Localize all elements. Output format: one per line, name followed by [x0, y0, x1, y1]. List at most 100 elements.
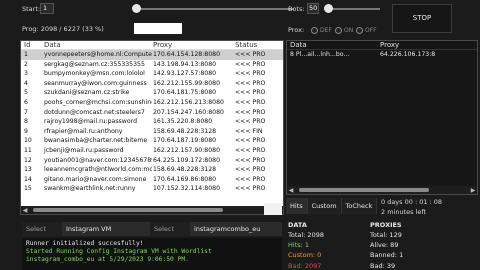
bots-slider-knob[interactable] — [324, 4, 333, 13]
hits-hscroll-thumb[interactable] — [299, 188, 429, 192]
row-data: dotdunn@comcast.net:steelers7 — [44, 108, 145, 116]
start-slider-track[interactable] — [136, 8, 294, 10]
row-proxy: 158.69.48.228:3128 — [153, 127, 217, 135]
table-row[interactable]: 6 poohs_corner@mchsi.com:sunshine 162.212.… — [21, 98, 283, 108]
hits-col-data-header[interactable]: Data — [287, 41, 379, 49]
start-input[interactable]: 1 — [40, 3, 54, 14]
row-id: 11 — [24, 146, 32, 154]
row-data: swankm@earthlink.net:runny — [44, 185, 136, 193]
row-status: <<< PRO — [235, 118, 266, 126]
row-id: 9 — [24, 127, 28, 135]
row-id: 7 — [24, 108, 28, 116]
row-data: yvonnepeeters@home.nl:Computer — [44, 51, 152, 58]
row-proxy: 170.64.154.128:8080 — [153, 51, 221, 58]
table-row[interactable]: 12 youtian001@naver.com:123456789 64.225.1… — [21, 156, 283, 166]
row-id: 4 — [24, 79, 28, 87]
progress-bar — [134, 23, 182, 34]
row-id: 1 — [24, 51, 28, 58]
row-data: seanmurray@iwon.com:guinness — [44, 79, 147, 87]
row-data: bumpymonkey@msn.com:lololol — [44, 70, 145, 78]
select-list-button[interactable]: Select List — [150, 222, 190, 247]
table-row[interactable]: 3 bumpymonkey@msn.com:lololol 142.93.127.5… — [21, 69, 283, 79]
time-left: 2 minutes left — [381, 208, 427, 216]
row-data: rfrapier@mail.ru:anthony — [44, 127, 123, 135]
accounts-hscrollbar[interactable]: ◀ ▶ — [21, 206, 283, 214]
results-tabs: Hits Custom ToCheck — [286, 198, 378, 214]
table-row[interactable]: 4 seanmurray@iwon.com:guinness 162.212.155… — [21, 79, 283, 89]
hits-table-header: Data Proxy — [287, 41, 477, 50]
bots-input[interactable]: 50 — [307, 3, 319, 14]
data-hits: Hits: 1 — [288, 241, 310, 249]
table-row[interactable]: 8 rajroy1998@mail.ru:password 161.35.220.8… — [21, 117, 283, 127]
start-slider-knob[interactable] — [132, 4, 141, 13]
tab-hits[interactable]: Hits — [286, 198, 308, 214]
row-data: poohs_corner@mchsi.com:sunshine — [44, 98, 152, 106]
col-proxy-header[interactable]: Proxy — [152, 41, 234, 49]
hits-scroll-right-icon[interactable]: ▶ — [469, 187, 477, 194]
hits-table: Data Proxy 8 Pl...ail...lnh...bo... 64.22… — [286, 40, 478, 195]
select-cfg-button[interactable]: Select CFG — [22, 222, 62, 247]
table-row[interactable]: 9 rfrapier@mail.ru:anthony 158.69.48.228:3… — [21, 127, 283, 137]
row-proxy: 142.93.127.57:8080 — [153, 70, 217, 78]
proxy-on-radio[interactable] — [335, 27, 342, 34]
col-status-header[interactable]: Status — [234, 41, 282, 49]
proxy-on-label: ON — [344, 27, 354, 34]
col-id-header[interactable]: Id — [21, 41, 43, 49]
hits-row-data: 8 Pl...ail...lnh...bo... — [290, 51, 350, 58]
row-proxy: 143.198.94.13:8080 — [153, 60, 217, 68]
proxies-alive: Alive: 89 — [370, 241, 399, 249]
row-status: <<< PRO — [235, 89, 266, 97]
row-proxy: 64.225.109.172:8080 — [153, 156, 221, 164]
cfg-name-field: Instagram VM — [62, 222, 150, 236]
row-proxy: 161.35.220.8:8080 — [153, 118, 213, 126]
row-proxy: 170.64.169.86:8080 — [153, 175, 217, 183]
table-row[interactable]: 13 leeannemcgrath@ntlworld.com:mont 158.69… — [21, 165, 283, 175]
hits-row[interactable]: 8 Pl...ail...lnh...bo... 64.226.106.173:8 — [287, 50, 477, 60]
hits-col-proxy-header[interactable]: Proxy — [379, 41, 449, 49]
hits-table-body: 8 Pl...ail...lnh...bo... 64.226.106.173:8 — [287, 50, 477, 60]
tab-custom[interactable]: Custom — [307, 198, 342, 214]
table-row[interactable]: 10 bwanasimba@charter.net:biteme 170.64.18… — [21, 136, 283, 146]
row-status: <<< FIN — [235, 127, 263, 135]
row-status: <<< PRO — [235, 156, 266, 164]
proxies-stats-title: PROXIES — [370, 221, 402, 229]
row-id: 14 — [24, 175, 32, 183]
hits-scroll-left-icon[interactable]: ◀ — [287, 187, 295, 194]
row-status: <<< PRO — [235, 166, 266, 174]
table-row[interactable]: 11 jcbenji@mail.ru:password 162.212.157.90… — [21, 146, 283, 156]
proxy-mode-label: Prox: — [288, 26, 305, 34]
table-row[interactable]: 5 szukdani@seznam.cz:strike 170.64.181.75:… — [21, 88, 283, 98]
row-proxy: 162.212.156.213:8080 — [153, 98, 224, 106]
row-proxy: 107.152.32.114:8080 — [153, 185, 221, 193]
log-line-3: instagram_combo_eu at 5/29/2023 9:06:50 … — [26, 256, 190, 263]
row-status: <<< PRO — [235, 60, 266, 68]
table-row[interactable]: 1 yvonnepeeters@home.nl:Computer 170.64.15… — [21, 50, 283, 60]
row-status: <<< PRO — [235, 70, 266, 78]
row-status: <<< PRO — [235, 98, 266, 106]
col-data-header[interactable]: Data — [43, 41, 152, 49]
accounts-hscroll-thumb[interactable] — [33, 208, 223, 212]
table-row[interactable]: 7 dotdunn@comcast.net:steelers7 207.154.24… — [21, 108, 283, 118]
row-id: 13 — [24, 166, 32, 174]
row-id: 15 — [24, 185, 32, 193]
row-data: gitano.mario@naver.com:simone — [44, 175, 147, 183]
list-name-field: instagramcombo_eu — [190, 222, 282, 236]
proxies-bad: Bad: 39 — [370, 262, 396, 270]
proxy-def-radio[interactable] — [311, 27, 318, 34]
row-status: <<< PRO — [235, 137, 266, 145]
row-data: bwanasimba@charter.net:biteme — [44, 137, 148, 145]
row-status: <<< PRO — [235, 108, 266, 116]
log-line-2: Started Running Config Instagram VM with… — [26, 248, 212, 255]
proxy-off-radio[interactable] — [356, 27, 363, 34]
row-proxy: 162.212.155.99:8080 — [153, 79, 221, 87]
scroll-left-icon[interactable]: ◀ — [21, 207, 29, 214]
row-id: 3 — [24, 70, 28, 78]
table-row[interactable]: 2 sergkag@seznam.cz:355335355 143.198.94.1… — [21, 60, 283, 70]
hits-hscrollbar[interactable]: ◀ ▶ — [287, 186, 477, 194]
stop-button[interactable]: STOP — [392, 4, 452, 33]
tab-tocheck[interactable]: ToCheck — [341, 198, 378, 214]
row-proxy: 158.69.48.228:3128 — [153, 166, 217, 174]
table-row[interactable]: 15 swankm@earthlink.net:runny 107.152.32.1… — [21, 184, 283, 194]
scroll-corner — [264, 203, 282, 215]
table-row[interactable]: 14 gitano.mario@naver.com:simone 170.64.16… — [21, 175, 283, 185]
